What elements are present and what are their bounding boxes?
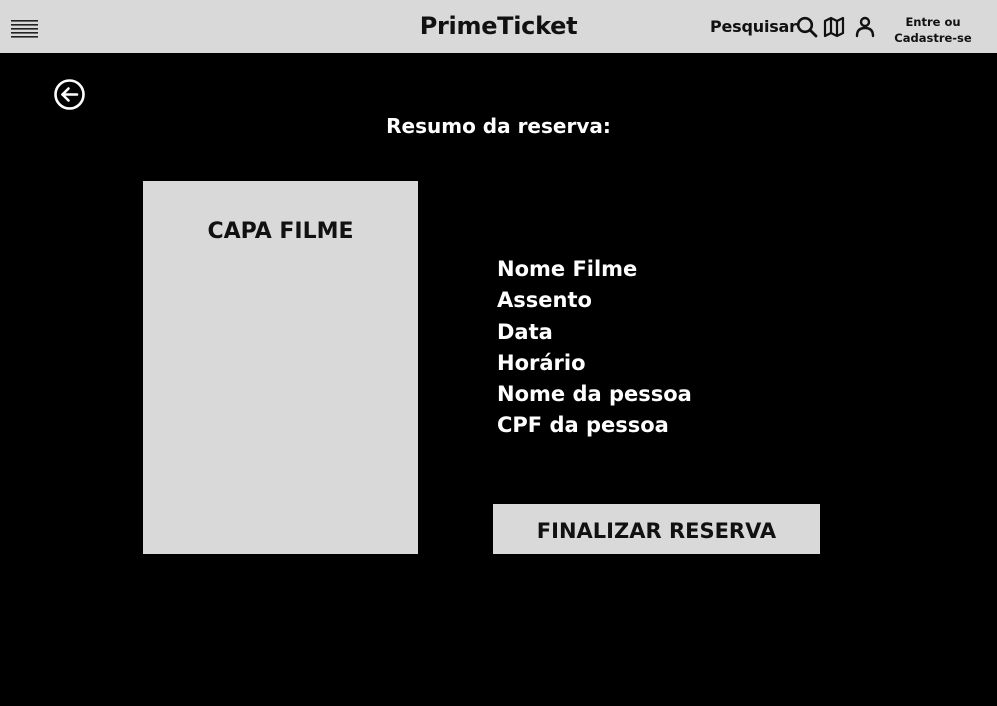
brand-logo[interactable]: PrimeTicket [420,12,578,40]
menu-icon [11,20,38,38]
search-link[interactable]: Pesquisar [710,17,797,36]
user-icon [855,16,875,38]
detail-person-name: Nome da pessoa [497,382,692,407]
page: PrimeTicket Pesquisar Entre ou Cadastre-… [0,0,997,706]
movie-poster: CAPA FILME [143,181,418,554]
arrow-left-circle-icon [54,79,85,110]
finalize-reservation-button[interactable]: FINALIZAR RESERVA [493,504,820,554]
poster-label: CAPA FILME [207,219,354,244]
detail-time: Horário [497,350,586,375]
back-button[interactable] [53,78,86,111]
brand-logo-wrap: PrimeTicket [0,12,997,40]
summary-title-wrap: Resumo da reserva: [0,114,997,138]
detail-movie-name: Nome Filme [497,257,638,281]
summary-title: Resumo da reserva: [386,114,611,138]
detail-date: Data [497,319,553,344]
map-button[interactable] [823,16,845,38]
search-button[interactable] [796,16,818,38]
top-navbar: PrimeTicket Pesquisar Entre ou Cadastre-… [0,0,997,53]
detail-seat: Assento [497,288,592,313]
map-icon [823,16,845,38]
signin-link[interactable]: Entre ou Cadastre-se [888,14,978,46]
user-button[interactable] [854,16,876,38]
menu-button[interactable] [11,18,38,38]
signin-line-1: Entre ou [905,15,961,29]
detail-person-cpf: CPF da pessoa [497,413,669,438]
search-icon [796,16,818,38]
signin-line-2: Cadastre-se [894,31,972,45]
booking-details: Nome Filme Assento Data Horário Nome da … [497,254,827,442]
